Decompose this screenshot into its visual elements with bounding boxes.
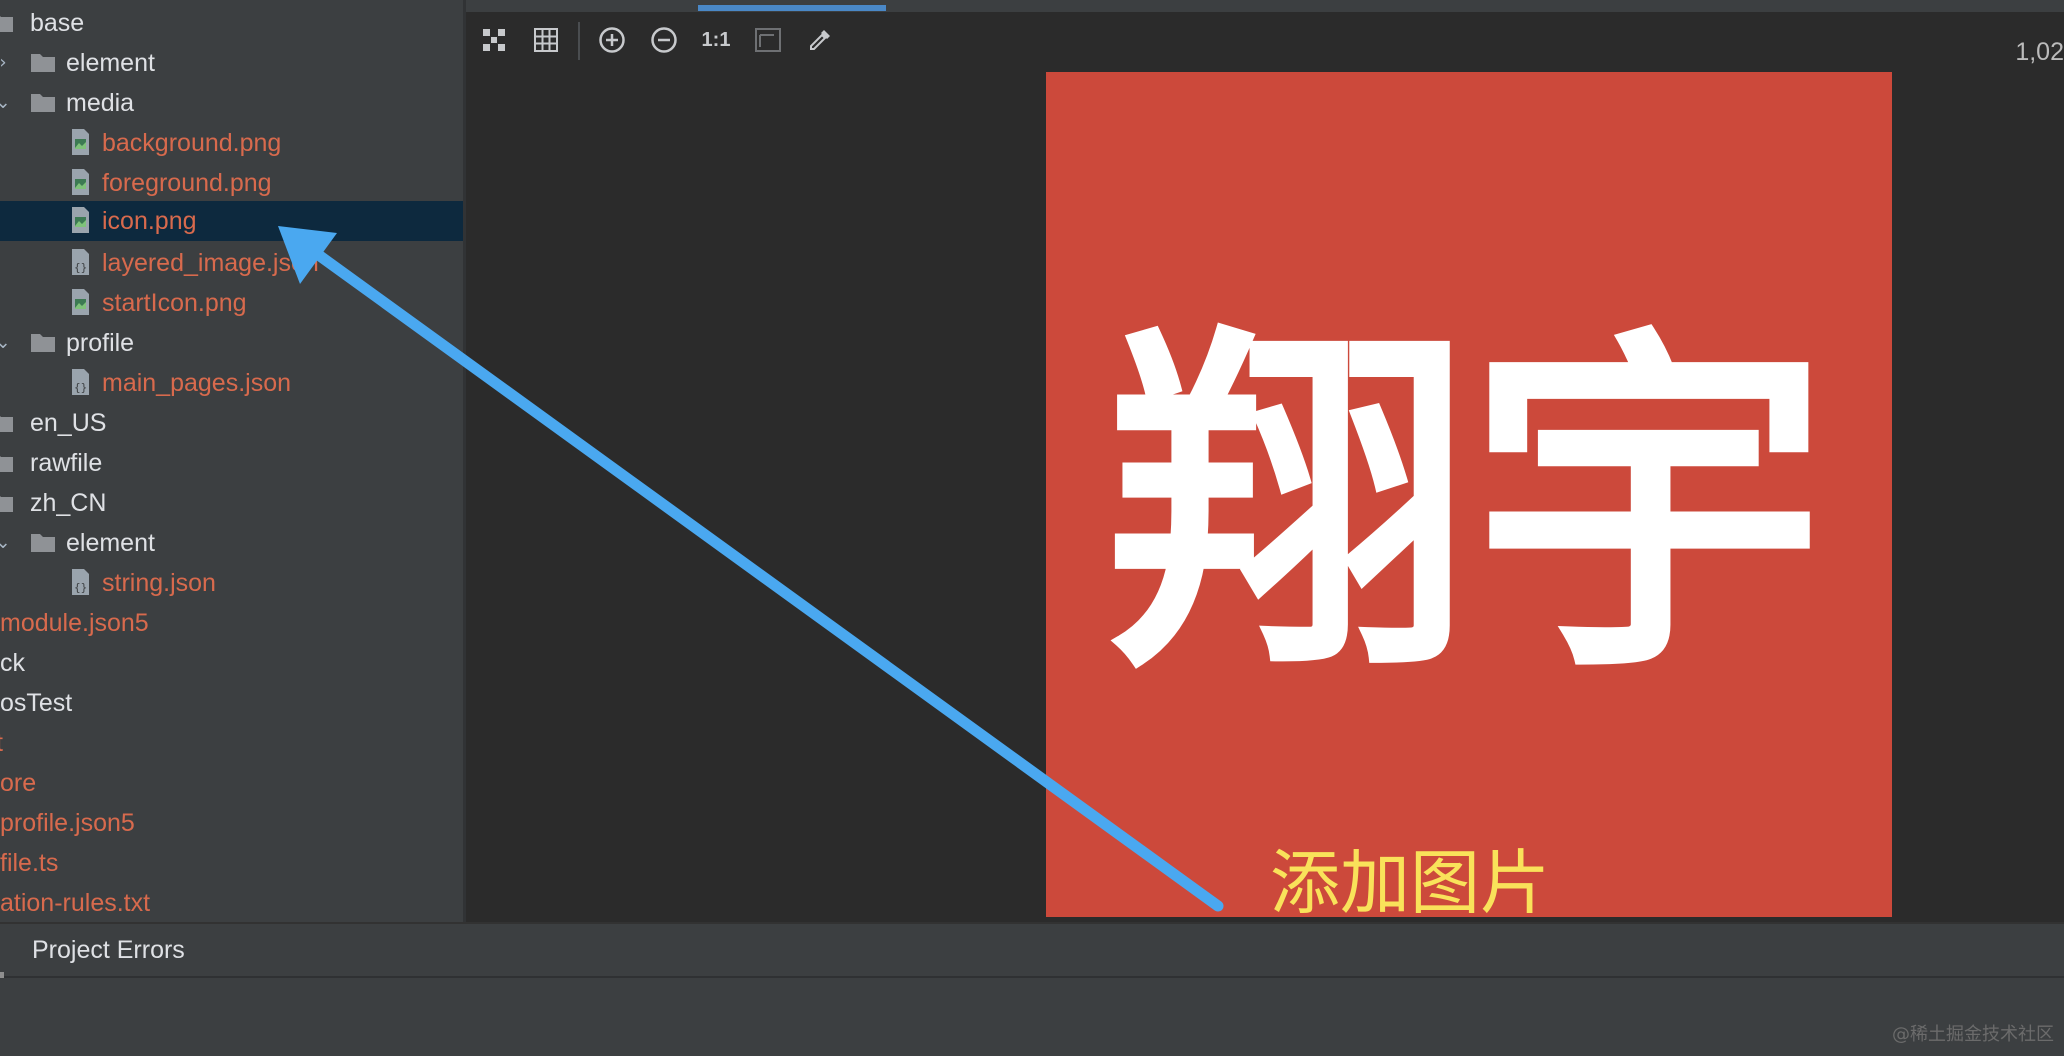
tree-folder-ck[interactable]: ck [0, 643, 463, 683]
tree-file-background-png[interactable]: background.png [0, 123, 463, 163]
tree-file-layered-image-json[interactable]: {} layered_image.json [0, 243, 463, 283]
tree-file-foreground-png[interactable]: foreground.png [0, 163, 463, 203]
tree-item-label: ation-rules.txt [0, 889, 151, 917]
svg-text:翔宇: 翔宇 [1109, 298, 1829, 717]
bottom-tab-bar: Project Errors [0, 924, 2064, 978]
tab-project-errors[interactable]: Project Errors [32, 924, 185, 976]
folder-icon [31, 94, 55, 112]
folder-icon [0, 456, 13, 472]
grid-icon [534, 28, 558, 52]
toolbar-separator [578, 22, 580, 60]
tree-folder-zh-cn[interactable]: zh_CN [0, 483, 463, 523]
tree-file-starticon-png[interactable]: startIcon.png [0, 283, 463, 323]
tree-file-icon-png[interactable]: icon.png [0, 201, 463, 241]
folder-icon [0, 416, 13, 432]
tree-item-label: element [66, 49, 155, 77]
bottom-tool-window: Project Errors @稀土掘金技术社区 [0, 922, 2064, 1056]
tree-item-label: profile.json5 [0, 809, 135, 837]
tree-file-ignore[interactable]: ore [0, 763, 463, 803]
folder-icon [31, 54, 55, 72]
tree-item-label: main_pages.json [102, 369, 292, 397]
active-tab-indicator [698, 5, 886, 11]
zoom-in-button[interactable] [594, 24, 630, 56]
annotation-caption: 添加图片 [1270, 842, 1550, 924]
project-tree: base › element ⌄ media background.png fo… [0, 0, 463, 922]
tree-item-label: zh_CN [30, 489, 107, 517]
svg-text:{}: {} [74, 581, 87, 594]
tree-item-label: file.ts [0, 849, 59, 877]
grid-toggle-button[interactable] [528, 24, 564, 56]
image-file-icon [72, 129, 89, 155]
json-file-icon: {} [72, 249, 89, 275]
image-file-icon [72, 289, 89, 315]
tree-item-label: ck [0, 649, 25, 677]
tree-item-label: t [0, 723, 3, 763]
tree-item-label: module.json5 [0, 609, 149, 637]
svg-text:{}: {} [74, 261, 87, 274]
color-picker-button[interactable] [802, 24, 838, 56]
tree-item-label: layered_image.json [102, 249, 319, 277]
tree-folder-element[interactable]: › element [0, 43, 463, 83]
tree-item-partial[interactable]: t [0, 723, 463, 763]
actual-size-icon: 1:1 [701, 28, 731, 51]
tree-file-rules-txt[interactable]: ation-rules.txt [0, 883, 463, 922]
folder-icon [0, 496, 13, 512]
json-file-icon: {} [72, 369, 89, 395]
tree-item-label: startIcon.png [102, 289, 247, 317]
image-file-icon [72, 169, 89, 195]
tree-folder-rawfile[interactable]: rawfile [0, 443, 463, 483]
folder-icon [0, 16, 13, 32]
tree-file-string-json[interactable]: {} string.json [0, 563, 463, 603]
tree-item-label: icon.png [102, 207, 197, 235]
zoom-out-icon [651, 27, 677, 53]
image-logo-glyphs: 翔宇 [1109, 298, 1829, 717]
tree-file-main-pages-json[interactable]: {} main_pages.json [0, 363, 463, 403]
image-preview: 翔宇 [1046, 72, 1892, 917]
actual-size-button[interactable]: 1:1 [698, 24, 734, 56]
background-icon [755, 28, 781, 52]
tree-file-module-json5[interactable]: module.json5 [0, 603, 463, 643]
json-file-icon: {} [72, 569, 89, 595]
chevron-down-icon[interactable]: ⌄ [0, 329, 12, 357]
tree-item-label: en_US [30, 409, 107, 437]
tree-item-label: profile [66, 329, 135, 357]
tree-item-label: background.png [102, 129, 282, 157]
image-file-icon [72, 207, 89, 233]
viewer-toolbar: 1:1 1,02 [466, 12, 2064, 68]
tree-item-label: element [66, 529, 155, 557]
tree-file-hvigorfile-ts[interactable]: file.ts [0, 843, 463, 883]
tree-folder-base[interactable]: base [0, 3, 463, 43]
tree-folder-element-zh[interactable]: ⌄ element [0, 523, 463, 563]
chevron-right-icon[interactable]: › [0, 49, 12, 77]
tree-item-label: rawfile [30, 449, 103, 477]
tree-folder-en-us[interactable]: en_US [0, 403, 463, 443]
tree-folder-ostest[interactable]: osTest [0, 683, 463, 723]
tab-edge-marker [0, 972, 4, 978]
tree-item-label: osTest [0, 689, 73, 717]
image-viewer: 1:1 1,02 翔宇 [466, 0, 2064, 922]
fit-to-window-button[interactable] [476, 24, 512, 56]
tree-item-label: base [30, 9, 85, 37]
tree-item-label: foreground.png [102, 169, 272, 197]
tree-folder-media[interactable]: ⌄ media [0, 83, 463, 123]
background-toggle-button[interactable] [750, 24, 786, 56]
fit-to-window-icon [483, 29, 505, 51]
folder-icon [31, 534, 55, 552]
tree-folder-profile[interactable]: ⌄ profile [0, 323, 463, 363]
tree-item-label: string.json [102, 569, 216, 597]
folder-icon [31, 334, 55, 352]
tree-item-label: ore [0, 769, 37, 797]
chevron-down-icon[interactable]: ⌄ [0, 529, 12, 557]
tree-file-profile-json5[interactable]: profile.json5 [0, 803, 463, 843]
watermark: @稀土掘金技术社区 [1892, 1024, 2054, 1045]
chevron-down-icon[interactable]: ⌄ [0, 89, 12, 117]
zoom-readout: 1,02 [2015, 38, 2064, 66]
color-picker-icon [810, 30, 830, 50]
zoom-out-button[interactable] [646, 24, 682, 56]
zoom-in-icon [599, 27, 625, 53]
tree-item-label: media [66, 89, 135, 117]
svg-text:{}: {} [74, 381, 87, 394]
